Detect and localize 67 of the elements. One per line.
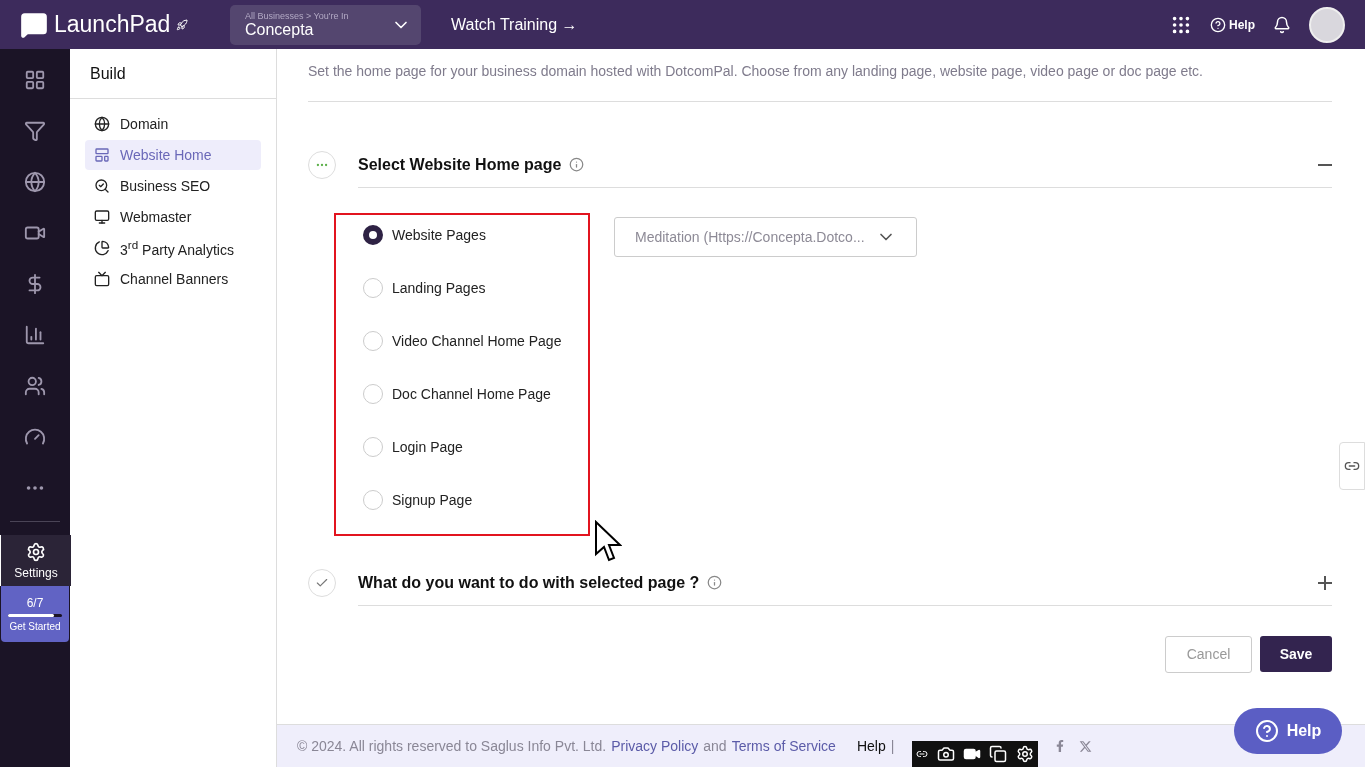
cursor-icon (594, 520, 622, 564)
footer-help-link[interactable]: Help (856, 738, 886, 754)
business-path: All Businesses > You're In (245, 10, 349, 21)
tv-icon (94, 271, 110, 287)
grid-icon[interactable] (24, 68, 46, 91)
sidebar-title: Build (70, 49, 276, 99)
radio-option[interactable]: Login Page (363, 435, 588, 459)
conjunction-text: and (703, 738, 727, 754)
radio-option[interactable]: Landing Pages (363, 276, 588, 300)
copy-icon[interactable] (989, 745, 1008, 763)
watch-training-link[interactable]: Watch Training → (451, 15, 578, 34)
pie-chart-icon (94, 240, 110, 256)
business-selector[interactable]: All Businesses > You're In Concepta (230, 4, 421, 45)
collapse-button[interactable] (1318, 163, 1332, 166)
radio-option[interactable]: Doc Channel Home Page (363, 382, 588, 406)
radio-option[interactable]: Website Pages (363, 223, 588, 247)
minus-icon (1318, 163, 1332, 166)
bar-chart-icon[interactable] (24, 323, 46, 346)
side-tab[interactable] (1339, 442, 1365, 490)
camera-icon[interactable] (936, 745, 955, 763)
globe-icon[interactable] (24, 170, 46, 193)
search-icon (94, 178, 110, 194)
sidebar-item[interactable]: Webmaster (85, 202, 261, 232)
radio-option[interactable]: Signup Page (363, 488, 588, 512)
brand-name: LaunchPad (54, 11, 171, 38)
settings-icon[interactable] (1015, 745, 1034, 763)
sidebar-item[interactable]: Domain (85, 109, 261, 139)
bell-icon[interactable] (1273, 15, 1291, 34)
logo-icon (20, 10, 48, 39)
people-icon[interactable] (24, 374, 46, 397)
help-button[interactable]: Help (1234, 708, 1342, 754)
help-icon (1254, 719, 1279, 743)
monitor-icon (94, 209, 110, 225)
info-icon (707, 575, 723, 590)
sidebar-item[interactable]: Business SEO (85, 171, 261, 201)
help-icon (1210, 16, 1226, 33)
gear-icon (26, 541, 46, 562)
copyright-text: © 2024. All rights reserved to Saglus Info Pvt. Ltd. (297, 738, 607, 754)
section-title: What do you want to do with selected page ? (358, 573, 700, 592)
help-link[interactable]: Help (1210, 16, 1255, 33)
avatar[interactable] (1309, 6, 1345, 43)
rocket-icon (176, 18, 189, 31)
business-name: Concepta (245, 20, 315, 39)
separator-text: | (890, 738, 895, 754)
get-started-label: Get Started (9, 621, 61, 632)
expand-button[interactable] (1318, 575, 1332, 590)
page-dropdown[interactable]: Meditation (Https://Concepta.Dotco... (614, 217, 917, 257)
settings-tab[interactable]: Settings (0, 535, 71, 586)
get-started-card[interactable]: 6/7 Get Started (1, 586, 69, 642)
sidebar-item[interactable]: Channel Banners (85, 264, 261, 294)
info-icon (569, 157, 585, 172)
section-title: Select Website Home page (358, 155, 562, 174)
funnel-icon[interactable] (24, 119, 46, 142)
progress-count: 6/7 (26, 596, 44, 610)
terms-link[interactable]: Terms of Service (731, 738, 836, 754)
radio-option[interactable]: Video Channel Home Page (363, 329, 588, 353)
layout-icon (94, 147, 110, 163)
plus-icon (1318, 575, 1332, 590)
radio-button[interactable] (363, 225, 383, 245)
privacy-link[interactable]: Privacy Policy (611, 738, 699, 754)
x-icon[interactable] (1079, 739, 1093, 753)
globe-icon (94, 116, 110, 132)
sidebar-item[interactable]: Website Home (85, 140, 261, 170)
link-icon[interactable] (916, 748, 929, 760)
page-description: Set the home page for your business domain hosted with DotcomPal. Choose from any landing page, website page, video page or doc page etc. (308, 63, 1332, 102)
save-button[interactable]: Save (1260, 636, 1332, 672)
sidebar-item[interactable]: 3$^{rd}$ Party Analytics (85, 233, 261, 263)
